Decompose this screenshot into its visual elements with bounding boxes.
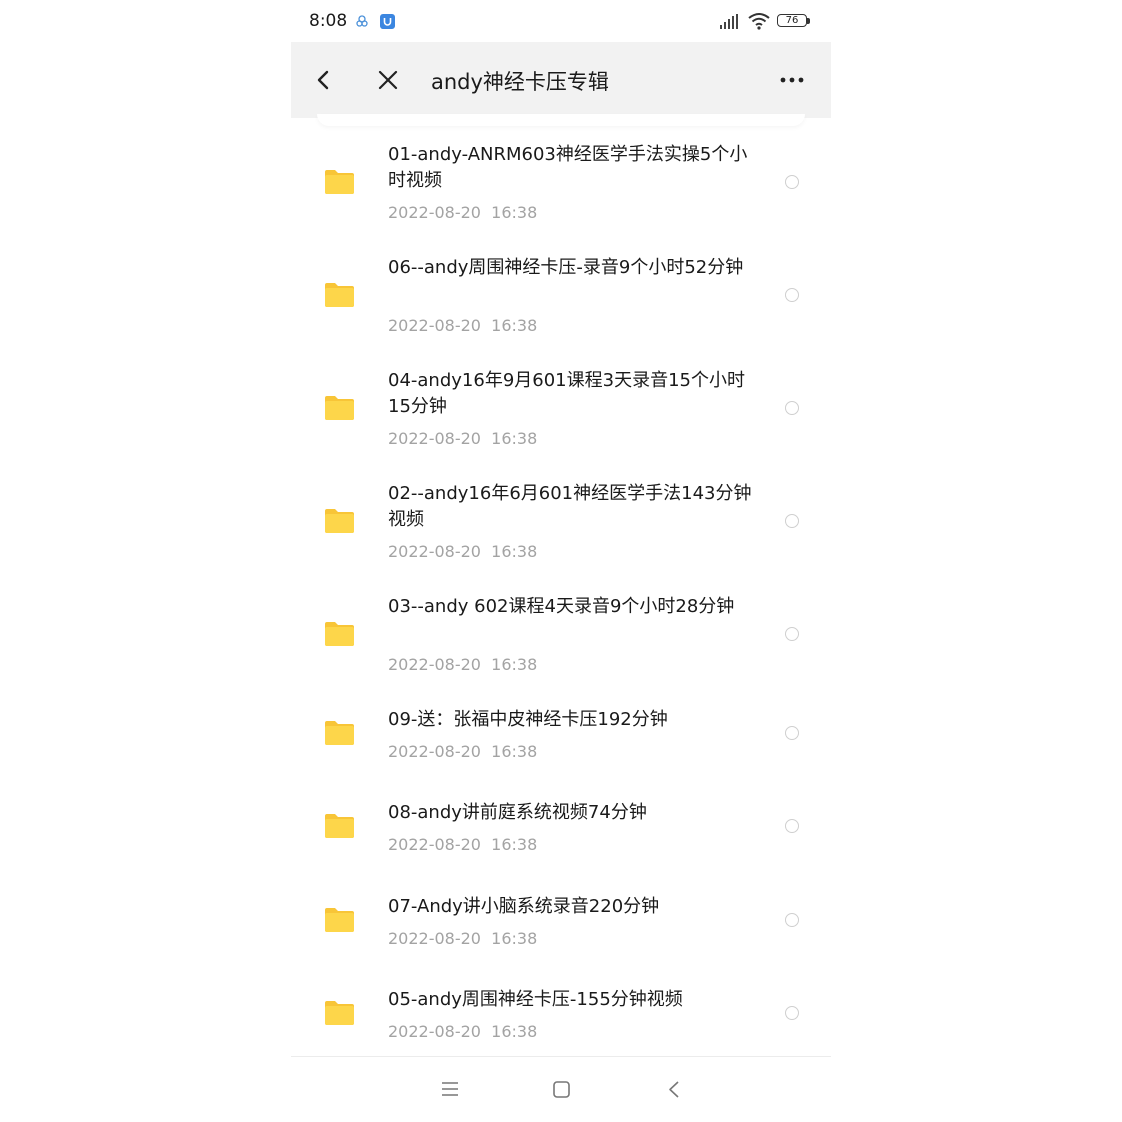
file-date: 2022-08-20 16:38	[388, 429, 538, 448]
home-square-icon[interactable]	[553, 1081, 570, 1098]
phone-screen: 8:08 76 andy神经卡压专辑 01-andy-ANRM603神经医学手法…	[291, 0, 831, 1122]
folder-icon	[325, 170, 354, 194]
battery-icon: 76	[777, 14, 811, 29]
file-row[interactable]: 02--andy16年6月601神经医学手法143分钟视频 2022-08-20 …	[291, 457, 831, 570]
file-name: 06--andy周围神经卡压-录音9个小时52分钟	[388, 257, 744, 278]
signal-icon	[720, 14, 738, 29]
page-title: andy神经卡压专辑	[431, 70, 609, 94]
folder-icon	[325, 622, 354, 646]
battery-level: 76	[785, 15, 799, 26]
status-bar: 8:08 76	[291, 0, 831, 42]
select-radio[interactable]	[785, 627, 799, 641]
file-name: 04-andy16年9月601课程3天录音15个小时15分钟	[388, 370, 745, 417]
file-row[interactable]: 01-andy-ANRM603神经医学手法实操5个小时视频 2022-08-20 …	[291, 118, 831, 231]
select-radio[interactable]	[785, 514, 799, 528]
file-name: 07-Andy讲小脑系统录音220分钟	[388, 896, 660, 917]
file-date: 2022-08-20 16:38	[388, 1022, 538, 1041]
file-date: 2022-08-20 16:38	[388, 542, 538, 561]
folder-icon	[325, 721, 354, 745]
file-row[interactable]: 07-Andy讲小脑系统录音220分钟 2022-08-20 16:38	[291, 870, 831, 963]
file-name: 02--andy16年6月601神经医学手法143分钟视频	[388, 483, 752, 530]
select-radio[interactable]	[785, 288, 799, 302]
file-name: 01-andy-ANRM603神经医学手法实操5个小时视频	[388, 144, 748, 191]
app-notification-icon	[380, 14, 395, 29]
file-row[interactable]: 08-andy讲前庭系统视频74分钟 2022-08-20 16:38	[291, 776, 831, 869]
file-row[interactable]: 04-andy16年9月601课程3天录音15个小时15分钟 2022-08-20…	[291, 344, 831, 457]
back-button[interactable]	[311, 66, 337, 94]
more-options-button[interactable]	[777, 68, 807, 92]
file-date: 2022-08-20 16:38	[388, 929, 538, 948]
wifi-icon	[748, 13, 770, 30]
file-date: 2022-08-20 16:38	[388, 742, 538, 761]
file-name: 05-andy周围神经卡压-155分钟视频	[388, 989, 683, 1010]
select-radio[interactable]	[785, 175, 799, 189]
system-nav-bar	[291, 1057, 831, 1122]
menu-icon[interactable]	[441, 1081, 459, 1097]
file-date: 2022-08-20 16:38	[388, 655, 538, 674]
file-row[interactable]: 06--andy周围神经卡压-录音9个小时52分钟 2022-08-20 16:3…	[291, 231, 831, 344]
back-triangle-icon[interactable]	[667, 1080, 681, 1099]
folder-icon	[325, 908, 354, 932]
folder-icon	[325, 509, 354, 533]
select-radio[interactable]	[785, 1006, 799, 1020]
file-row[interactable]: 05-andy周围神经卡压-155分钟视频 2022-08-20 16:38	[291, 963, 831, 1056]
select-radio[interactable]	[785, 401, 799, 415]
file-date: 2022-08-20 16:38	[388, 316, 538, 335]
file-name: 03--andy 602课程4天录音9个小时28分钟	[388, 596, 735, 617]
file-date: 2022-08-20 16:38	[388, 835, 538, 854]
folder-icon	[325, 1001, 354, 1025]
close-button[interactable]	[375, 66, 401, 94]
file-name: 08-andy讲前庭系统视频74分钟	[388, 802, 647, 823]
status-time: 8:08	[309, 11, 348, 31]
header-bar: andy神经卡压专辑	[291, 42, 831, 118]
folder-icon	[325, 814, 354, 838]
file-row[interactable]: 03--andy 602课程4天录音9个小时28分钟 2022-08-20 16:…	[291, 570, 831, 683]
cloud-sync-icon	[356, 15, 368, 27]
select-radio[interactable]	[785, 913, 799, 927]
select-radio[interactable]	[785, 819, 799, 833]
file-date: 2022-08-20 16:38	[388, 203, 538, 222]
select-radio[interactable]	[785, 726, 799, 740]
file-name: 09-送：张福中皮神经卡压192分钟	[388, 709, 668, 730]
file-row[interactable]: 09-送：张福中皮神经卡压192分钟 2022-08-20 16:38	[291, 683, 831, 776]
folder-icon	[325, 396, 354, 420]
folder-icon	[325, 283, 354, 307]
